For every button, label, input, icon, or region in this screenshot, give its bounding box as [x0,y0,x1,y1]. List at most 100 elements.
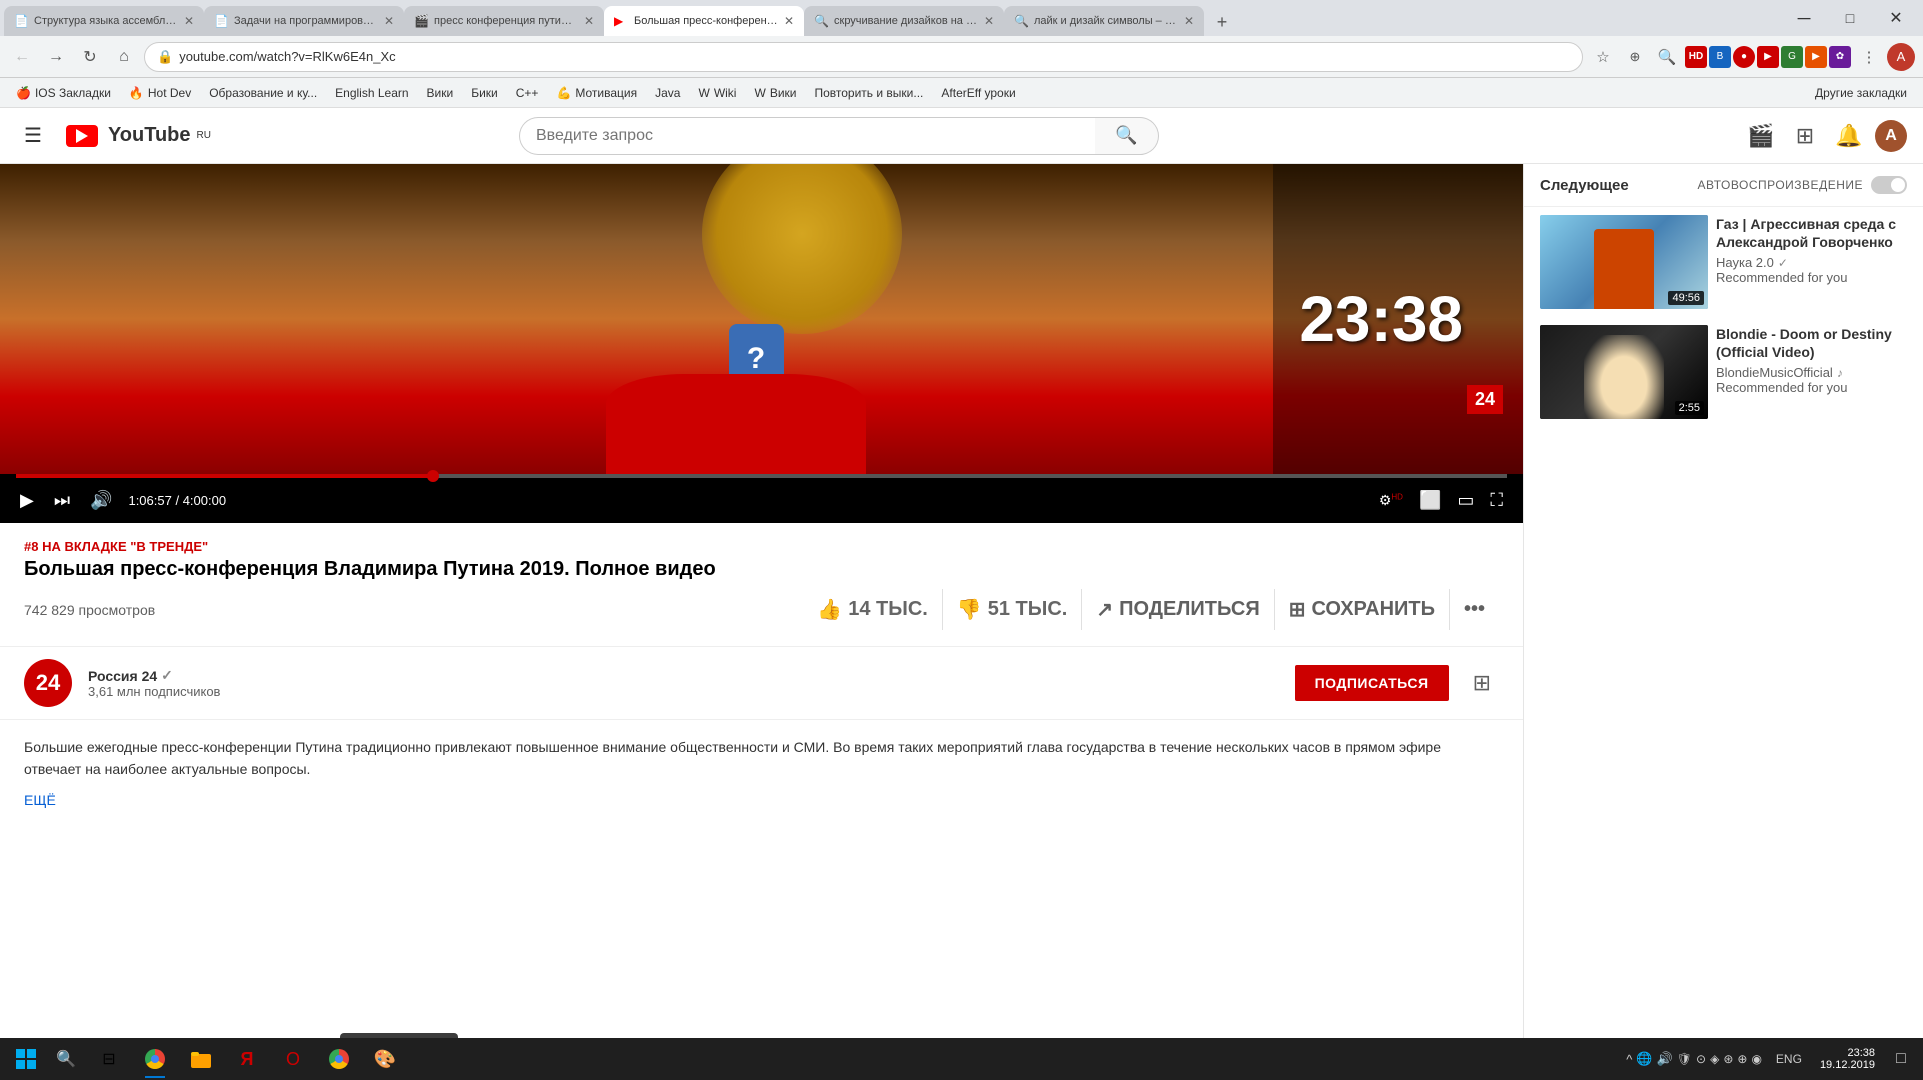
autoplay-toggle[interactable] [1871,176,1907,194]
minimize-button[interactable]: ─ [1781,0,1827,36]
antivirus-icon[interactable]: 🛡 [1677,1052,1692,1066]
channel-name[interactable]: Россия 24 ✓ [88,667,1279,684]
back-button[interactable]: ← [8,43,36,71]
taskbar-taskview[interactable]: ⊟ [88,1038,130,1080]
up-arrow-icon[interactable]: ^ [1626,1052,1632,1067]
network-icon[interactable]: 🌐 [1636,1051,1652,1067]
yt-locale: RU [197,130,211,141]
volume-taskbar-icon[interactable]: 🔊 [1657,1051,1673,1067]
ext-2[interactable]: B [1709,46,1731,68]
bookmark-java[interactable]: Java [647,84,688,102]
taskbar-chrome2[interactable] [318,1038,360,1080]
taskbar-search-button[interactable]: 🔍 [48,1041,84,1077]
tray-icon-2[interactable]: ◈ [1710,1052,1719,1066]
ext-4[interactable]: ▶ [1757,46,1779,68]
close-button[interactable]: ✕ [1873,0,1919,36]
tab-6[interactable]: 🔍 лайк и дизайк символы – Пон... ✕ [1004,6,1204,36]
search-button[interactable]: 🔍 [1095,117,1159,155]
bookmark-english[interactable]: English Learn [327,84,416,102]
bookmark-aftereff[interactable]: AfterEff уроки [933,84,1023,102]
more-button[interactable]: ••• [1450,590,1499,629]
ext-7[interactable]: ✿ [1829,46,1851,68]
search-icon[interactable]: 🔍 [1653,43,1681,71]
yt-logo[interactable]: YouTube RU [66,124,211,147]
bookmark-biki[interactable]: Бики [463,84,506,102]
video-player[interactable]: ? 23:38 24 [0,164,1523,523]
bookmark-ios[interactable]: 🍎 IOS Закладки [8,84,119,102]
search-input[interactable] [519,117,1095,155]
sidebar-video-2[interactable]: 2:55 Blondie - Doom or Destiny (Official… [1524,317,1923,427]
volume-button[interactable]: 🔊 [86,486,116,515]
sidebar-video-1[interactable]: 49:56 Газ | Агрессивная среда с Александ… [1524,207,1923,317]
taskbar-paint[interactable]: 🎨 [364,1038,406,1080]
bookmark-hotdev[interactable]: 🔥 Hot Dev [121,84,199,102]
tab-5-close[interactable]: ✕ [984,14,994,28]
home-button[interactable]: ⌂ [110,43,138,71]
bookmark-motivation[interactable]: 💪 Мотивация [548,84,645,102]
tab-5[interactable]: 🔍 скручивание дизайков на юту... ✕ [804,6,1004,36]
notification-icon[interactable]: 🔔 [1831,118,1867,154]
fullscreen-button[interactable]: ⛶ [1486,486,1507,515]
taskbar-opera[interactable]: O [272,1038,314,1080]
tab-1-close[interactable]: ✕ [184,14,194,28]
upload-icon[interactable]: 🎬 [1743,118,1779,154]
tray-icon-3[interactable]: ⊛ [1723,1052,1733,1066]
bookmark-viki2[interactable]: W Вики [746,84,804,102]
bookmark-icon[interactable]: ⊕ [1621,43,1649,71]
ext-5[interactable]: G [1781,46,1803,68]
tab-3[interactable]: 🎬 пресс конференция путина 201... ✕ [404,6,604,36]
progress-bar[interactable] [16,474,1507,478]
share-button[interactable]: ↗ ПОДЕЛИТЬСЯ [1082,589,1274,630]
tray-icon-5[interactable]: ◉ [1751,1052,1761,1066]
reload-button[interactable]: ↻ [76,43,104,71]
star-icon[interactable]: ☆ [1589,43,1617,71]
address-bar[interactable]: 🔒 youtube.com/watch?v=RlKw6E4n_Xc [144,42,1583,72]
tray-icon-4[interactable]: ⊕ [1737,1052,1747,1066]
miniplayer-button[interactable]: ⬜ [1415,486,1445,515]
tab-2[interactable]: 📄 Задачи на программирование ... ✕ [204,6,404,36]
time-sep: / [175,493,182,508]
next-button[interactable]: ⏭ [50,486,74,515]
play-button[interactable]: ▶ [16,486,38,515]
ext-6[interactable]: ▶ [1805,46,1827,68]
yt-menu-button[interactable]: ☰ [16,115,50,156]
bookmark-repeat[interactable]: Повторить и выки... [806,84,931,102]
notification-center-button[interactable]: □ [1887,1038,1915,1080]
tray-icon-1[interactable]: ⊙ [1696,1052,1706,1066]
bookmark-wiki[interactable]: W Wiki [690,84,744,102]
taskbar-chrome[interactable] [134,1038,176,1080]
start-button[interactable] [8,1041,44,1077]
settings-button[interactable]: ⚙HD [1375,488,1407,513]
subscribe-button[interactable]: ПОДПИСАТЬСЯ [1295,665,1449,701]
language-indicator[interactable]: ENG [1770,1052,1808,1066]
taskbar-yandex[interactable]: Я [226,1038,268,1080]
user-avatar[interactable]: A [1875,120,1907,152]
like-button[interactable]: 👍 14 ТЫС. [803,589,943,630]
theater-button[interactable]: ▭ [1453,486,1478,515]
tab-4[interactable]: ▶ Большая пресс-конференция ... ✕ [604,6,804,36]
bookmark-cpp[interactable]: C++ [508,84,547,102]
bookmark-education[interactable]: Образование и ку... [201,84,325,102]
menu-icon[interactable]: ⋮ [1855,43,1883,71]
ext-1[interactable]: HD [1685,46,1707,68]
user-avatar-browser[interactable]: A [1887,43,1915,71]
tab-4-close[interactable]: ✕ [784,14,794,28]
new-tab-button[interactable]: + [1208,8,1236,36]
tab-1[interactable]: 📄 Структура языка ассемблера – ... ✕ [4,6,204,36]
apps-icon[interactable]: ⊞ [1787,118,1823,154]
dislike-button[interactable]: 👎 51 ТЫС. [943,589,1083,630]
show-more-link[interactable]: ЕЩЁ [24,789,1499,811]
maximize-button[interactable]: □ [1827,0,1873,36]
tab-6-close[interactable]: ✕ [1184,14,1194,28]
bookmark-others[interactable]: Другие закладки [1807,84,1915,102]
tab-3-close[interactable]: ✕ [584,14,594,28]
taskbar-file-explorer[interactable] [180,1038,222,1080]
tab-2-close[interactable]: ✕ [384,14,394,28]
add-to-playlist-button[interactable]: ⊞ [1465,662,1499,704]
ext-3[interactable]: ● [1733,46,1755,68]
taskbar-clock[interactable]: 23:38 19.12.2019 [1812,1045,1883,1073]
bookmark-viki[interactable]: Вики [419,84,462,102]
save-button[interactable]: ⊞ СОХРАНИТЬ [1275,589,1450,630]
forward-button[interactable]: → [42,43,70,71]
channel-avatar[interactable]: 24 [24,659,72,707]
